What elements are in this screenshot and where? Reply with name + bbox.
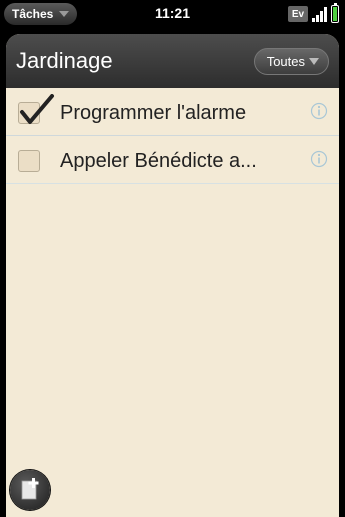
status-icons: Ev bbox=[288, 3, 339, 24]
status-bar: Tâches 11:21 Ev bbox=[0, 0, 345, 28]
page-title: Jardinage bbox=[16, 48, 113, 73]
filter-label: Toutes bbox=[266, 54, 305, 69]
list-item[interactable]: Appeler Bénédicte a... bbox=[6, 136, 339, 184]
info-icon[interactable] bbox=[310, 102, 328, 120]
filter-button[interactable]: Toutes bbox=[253, 48, 329, 75]
task-list: Programmer l'alarme Appeler Bénédicte a.… bbox=[6, 88, 339, 184]
info-icon[interactable] bbox=[310, 150, 328, 168]
chevron-down-icon bbox=[309, 58, 319, 65]
task-title: Programmer l'alarme bbox=[60, 102, 247, 124]
signal-strength-icon bbox=[312, 4, 327, 22]
list-item[interactable]: Programmer l'alarme bbox=[6, 88, 339, 136]
battery-icon bbox=[331, 3, 339, 23]
checkmark-icon bbox=[20, 94, 54, 124]
task-title: Appeler Bénédicte a... bbox=[60, 150, 257, 172]
task-checkbox[interactable] bbox=[18, 150, 40, 172]
header: Jardinage Toutes bbox=[6, 34, 339, 88]
network-type-icon: Ev bbox=[288, 6, 308, 22]
add-task-button[interactable] bbox=[10, 470, 50, 510]
new-task-icon bbox=[21, 478, 39, 500]
task-list-card: Jardinage Toutes Programmer l'alarme App… bbox=[6, 34, 339, 517]
